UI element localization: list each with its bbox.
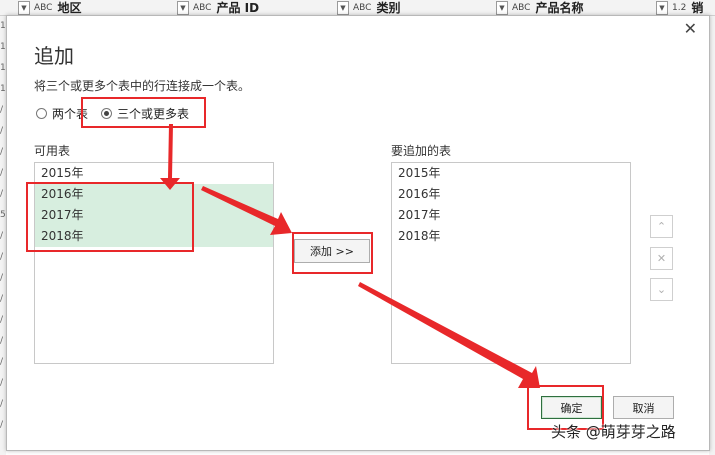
radio-two-label: 两个表 [52,107,89,121]
move-down-button[interactable]: ⌄ [650,278,673,301]
list-item[interactable]: 2016年 [392,184,630,205]
append-dialog: ✕ 追加 将三个或更多个表中的行连接成一个表。 两个表 三个或更多表 可用表 2… [6,15,710,451]
number-type-icon: 1.2 [672,2,687,13]
column-name: 产品名称 [535,1,584,15]
column-header-product-id[interactable]: ▼ ABC 产品 ID [177,0,259,15]
arrow-down-icon: ⌄ [656,283,667,296]
radio-three-or-more-tables[interactable]: 三个或更多表 [101,105,189,122]
remove-button[interactable]: ✕ [650,247,673,270]
radio-three-label: 三个或更多表 [117,107,190,121]
remove-x-icon: ✕ [656,252,667,265]
chevron-down-icon[interactable]: ▼ [177,0,189,15]
column-header-region[interactable]: ▼ ABC 地区 [18,0,81,15]
move-up-button[interactable]: ⌃ [650,215,673,238]
column-name: 销 [691,1,704,15]
watermark-text: 头条 @萌芽芽之路 [551,423,676,441]
close-icon[interactable]: ✕ [684,19,697,38]
ok-button[interactable]: 确定 [541,396,602,419]
chevron-down-icon[interactable]: ▼ [337,0,349,15]
available-tables-label: 可用表 [34,144,71,158]
dialog-title: 追加 [34,44,74,68]
column-header-sales[interactable]: ▼ 1.2 销 [656,0,703,15]
cancel-button[interactable]: 取消 [613,396,674,419]
chevron-down-icon[interactable]: ▼ [656,0,668,15]
spreadsheet-header: ▼ ABC 地区 ▼ ABC 产品 ID ▼ ABC 类别 ▼ ABC 产品名称… [0,0,715,16]
text-type-icon: ABC [353,2,372,13]
list-item[interactable]: 2018年 [392,226,630,247]
list-item[interactable]: 2017年 [35,205,273,226]
list-item[interactable]: 2015年 [392,163,630,184]
list-item[interactable]: 2017年 [392,205,630,226]
column-name: 产品 ID [216,1,260,15]
list-item[interactable]: 2018年 [35,226,273,247]
radio-on-icon[interactable] [101,108,112,119]
list-item[interactable]: 2015年 [35,163,273,184]
text-type-icon: ABC [193,2,212,13]
column-name: 地区 [57,1,82,15]
radio-off-icon[interactable] [36,108,47,119]
dialog-description: 将三个或更多个表中的行连接成一个表。 [34,79,251,93]
chevron-down-icon[interactable]: ▼ [18,0,30,15]
add-button[interactable]: 添加 >> [294,239,370,263]
column-header-category[interactable]: ▼ ABC 类别 [337,0,400,15]
column-header-product-name[interactable]: ▼ ABC 产品名称 [496,0,583,15]
list-item[interactable]: 2016年 [35,184,273,205]
text-type-icon: ABC [512,2,531,13]
radio-two-tables[interactable]: 两个表 [36,105,88,122]
available-tables-list[interactable]: 2015年 2016年 2017年 2018年 [34,162,274,364]
tables-to-append-list[interactable]: 2015年 2016年 2017年 2018年 [391,162,631,364]
chevron-down-icon[interactable]: ▼ [496,0,508,15]
text-type-icon: ABC [34,2,53,13]
arrow-up-icon: ⌃ [656,220,667,233]
column-name: 类别 [376,1,401,15]
tables-to-append-label: 要追加的表 [391,144,452,158]
